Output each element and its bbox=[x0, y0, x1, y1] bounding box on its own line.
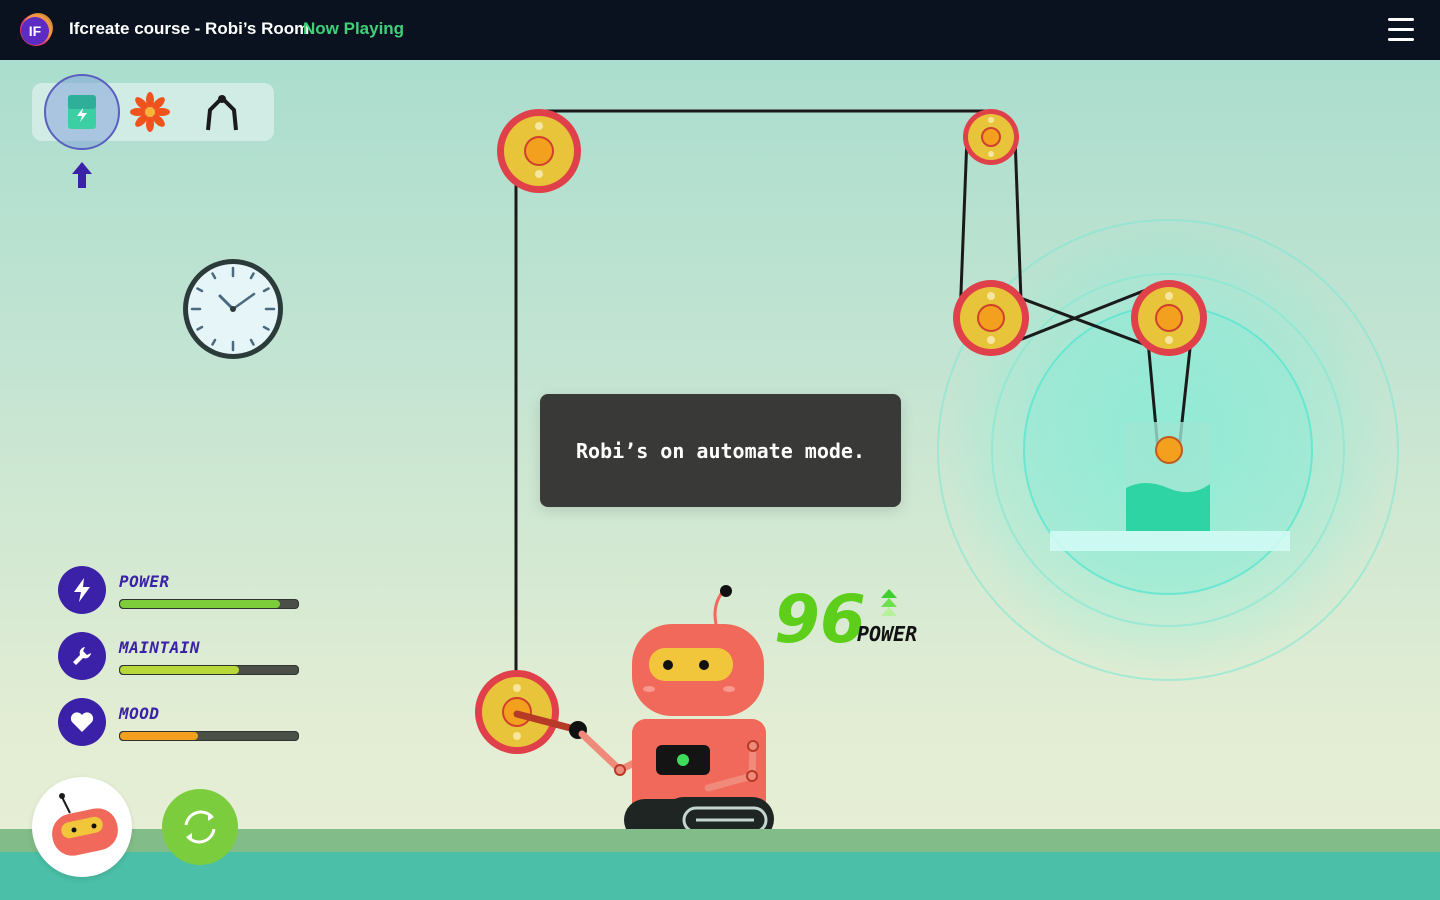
pulley-middle-left[interactable] bbox=[953, 280, 1029, 356]
power-label: POWER bbox=[857, 622, 918, 646]
maintain-bar bbox=[119, 665, 299, 675]
robot-face-icon bbox=[52, 793, 118, 856]
power-increase-icon bbox=[881, 589, 897, 616]
stat-label: MOOD bbox=[119, 704, 160, 723]
pulley-small-tank[interactable] bbox=[1155, 436, 1183, 464]
pulley-top-left[interactable] bbox=[497, 109, 581, 193]
stat-power: POWER bbox=[58, 566, 318, 616]
power-bar bbox=[119, 599, 299, 609]
maintain-bar-fill bbox=[120, 666, 240, 674]
stat-label: POWER bbox=[119, 572, 170, 591]
refresh-button[interactable] bbox=[162, 789, 238, 865]
robot-avatar-button[interactable] bbox=[32, 777, 132, 877]
stat-label: MAINTAIN bbox=[119, 638, 201, 657]
status-message: Robi’s on automate mode. bbox=[576, 438, 865, 463]
stat-maintain: MAINTAIN bbox=[58, 632, 318, 682]
mood-bar bbox=[119, 731, 299, 741]
stat-mood: MOOD bbox=[58, 698, 318, 748]
power-value: 96 bbox=[774, 581, 866, 658]
status-message-box: Robi’s on automate mode. bbox=[540, 394, 901, 507]
power-bar-fill bbox=[120, 600, 281, 608]
wrench-icon bbox=[58, 632, 106, 680]
pulley-middle-right[interactable] bbox=[1131, 280, 1207, 356]
refresh-icon bbox=[184, 810, 216, 844]
lightning-icon bbox=[58, 566, 106, 614]
mood-bar-fill bbox=[120, 732, 199, 740]
heart-icon bbox=[58, 698, 106, 746]
pulley-top-right[interactable] bbox=[963, 109, 1019, 165]
